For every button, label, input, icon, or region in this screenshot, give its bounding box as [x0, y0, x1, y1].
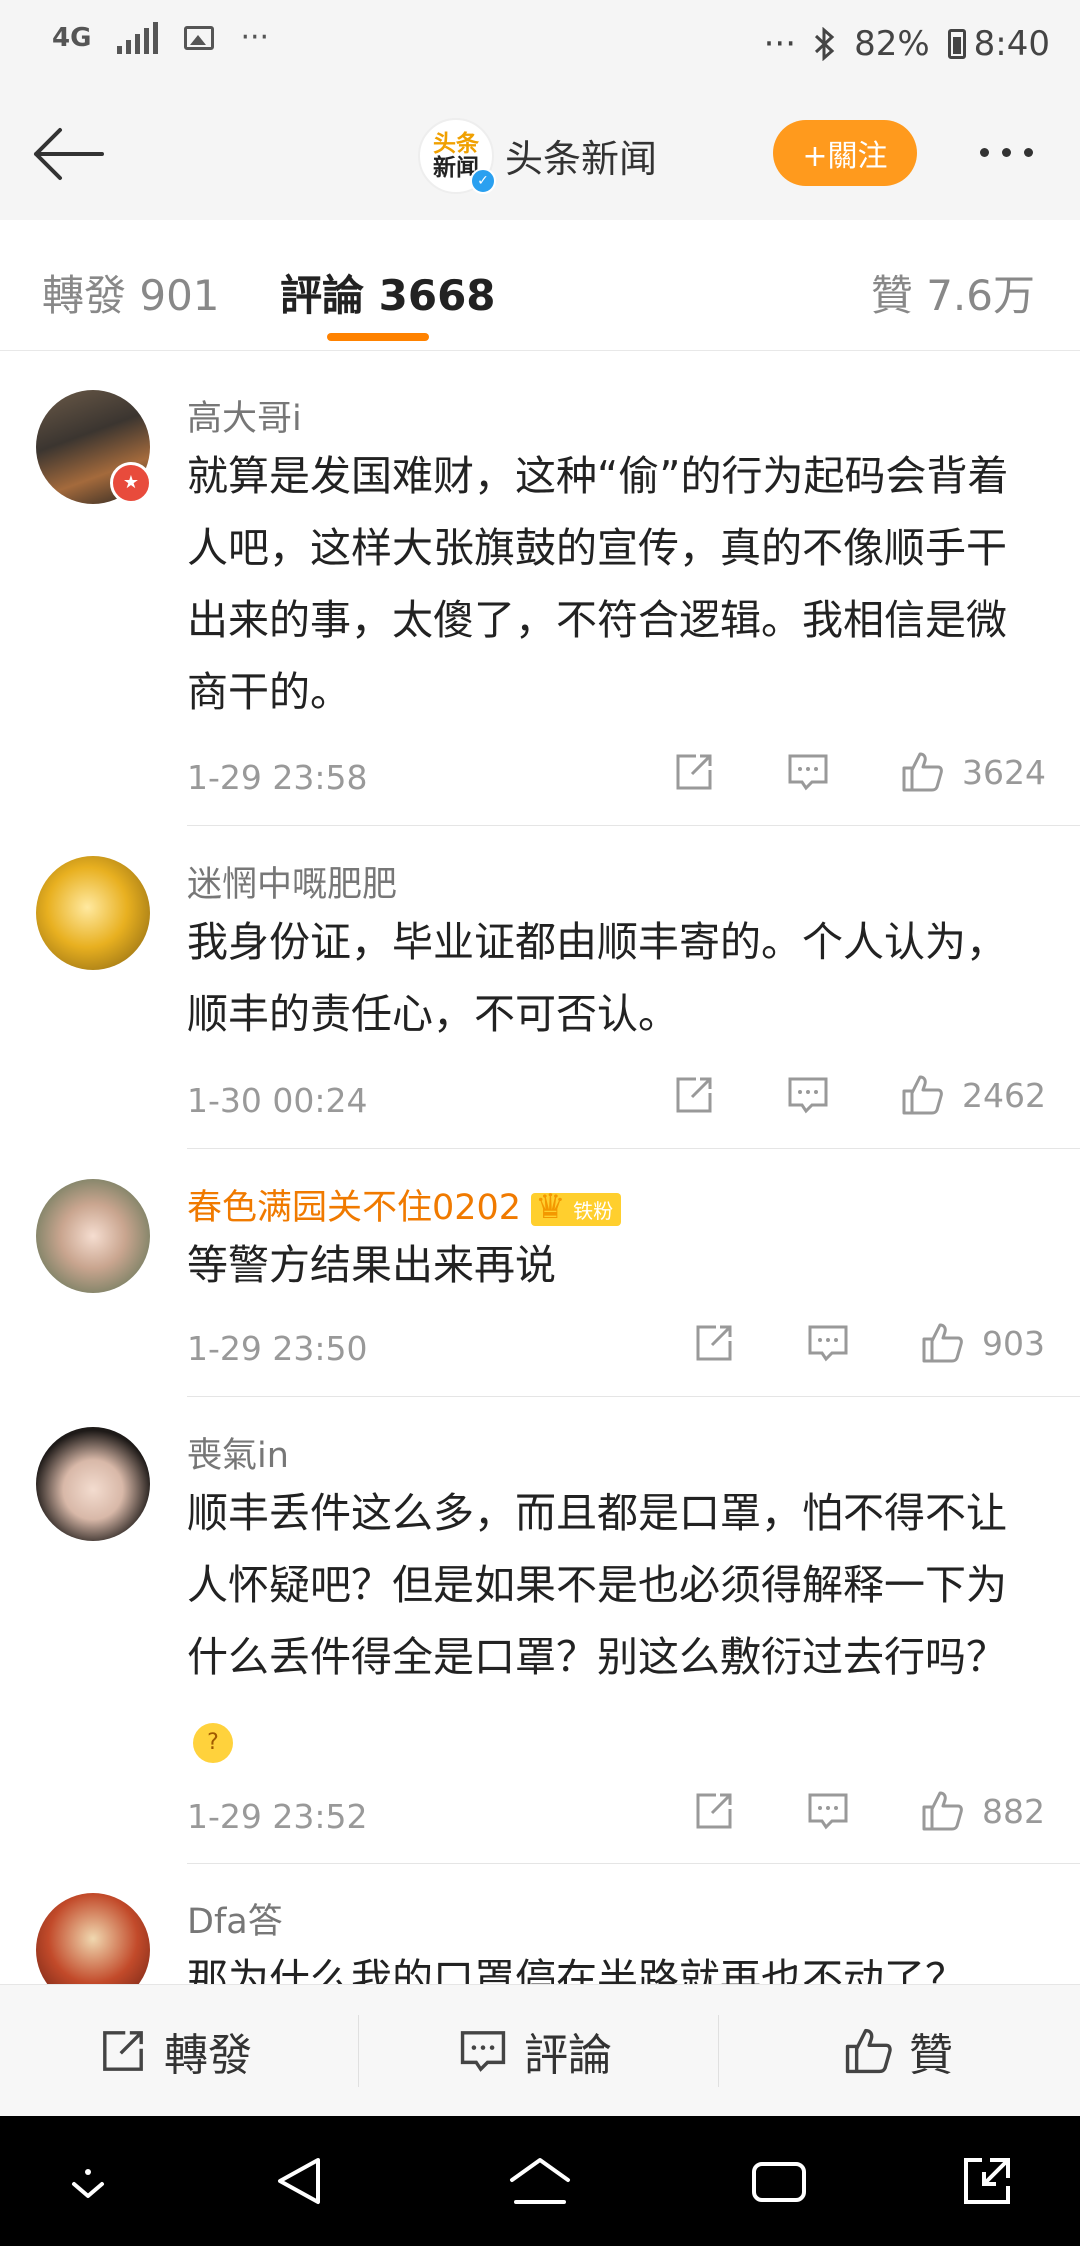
reply-icon[interactable] [806, 1789, 850, 1833]
signal-icon [117, 21, 159, 54]
comment-icon [460, 2031, 506, 2072]
divider [187, 1148, 1080, 1149]
engagement-tabs: 轉發 901 評論 3668 贊 7.6万 [0, 220, 1080, 351]
commenter-name[interactable]: Dfa答 [187, 1893, 283, 1944]
comment-time: 1-29 23:52 [187, 1797, 368, 1836]
divider [187, 825, 1080, 826]
comment-text[interactable]: 我身份证，毕业证都由顺丰寄的。个人认为，顺丰的责任心，不可否认。 [187, 906, 1047, 1050]
share-icon [103, 2031, 143, 2071]
verified-badge-icon: ✓ [470, 168, 496, 194]
comment-button[interactable]: 評論 [458, 1985, 612, 2117]
system-navigation-bar [0, 2116, 1080, 2246]
battery-icon [947, 29, 966, 59]
follow-button[interactable]: +關注 [773, 120, 917, 186]
share-icon[interactable] [672, 750, 716, 794]
bottom-action-bar: 轉發 評論 贊 [0, 1984, 1080, 2117]
commenter-name[interactable]: 喪氣in [187, 1427, 289, 1478]
comment-item: Dfa答 那为什么我的口罩停在半路就再也不动了？ [0, 1863, 1080, 1984]
like-count: 3624 [962, 752, 1046, 792]
more-status-icon: ··· [763, 24, 797, 64]
like-icon[interactable] [920, 1321, 964, 1365]
avatar[interactable] [36, 856, 150, 970]
divider [718, 2015, 719, 2087]
like-count: 882 [982, 1791, 1045, 1831]
like-icon [845, 2028, 892, 2074]
like-icon[interactable] [900, 750, 944, 794]
comment-time: 1-29 23:58 [187, 758, 368, 797]
account-name[interactable]: 头条新闻 [505, 128, 657, 183]
recent-apps-icon[interactable] [750, 2154, 808, 2208]
share-icon[interactable] [672, 1073, 716, 1117]
puzzled-emoji-icon: ? [193, 1723, 233, 1763]
divider [358, 2015, 359, 2087]
share-icon[interactable] [692, 1321, 736, 1365]
reply-icon[interactable] [806, 1321, 850, 1365]
comment-time: 1-30 00:24 [187, 1081, 368, 1120]
comment-text[interactable]: 那为什么我的口罩停在半路就再也不动了？ [187, 1943, 1047, 1984]
bluetooth-icon [815, 27, 835, 61]
clock: 8:40 [973, 24, 1050, 64]
like-count: 2462 [962, 1075, 1046, 1115]
like-icon[interactable] [900, 1073, 944, 1117]
like-icon[interactable] [920, 1789, 964, 1833]
comment-text[interactable]: 等警方结果出来再说 [187, 1229, 1047, 1301]
comment-text[interactable]: 顺丰丢件这么多，而且都是口罩，怕不得不让人怀疑吧？但是如果不是也必须得解释一下为… [187, 1477, 1047, 1765]
commenter-name[interactable]: 高大哥i [187, 390, 302, 441]
hide-keyboard-icon[interactable] [66, 2154, 110, 2208]
comment-time: 1-29 23:50 [187, 1329, 368, 1368]
tab-reposts[interactable]: 轉發 901 [42, 262, 220, 323]
fan-badge: 铁粉 [531, 1187, 622, 1227]
back-arrow-icon[interactable] [30, 124, 110, 184]
like-button[interactable]: 贊 [843, 1985, 953, 2117]
image-notification-icon [184, 25, 215, 50]
divider [187, 1396, 1080, 1397]
avatar[interactable] [36, 1179, 150, 1293]
status-bar: 4G ··· ··· 82% 8:40 [0, 0, 1080, 88]
tab-comments[interactable]: 評論 3668 [280, 262, 496, 323]
fullscreen-icon[interactable] [960, 2154, 1014, 2208]
avatar[interactable] [36, 1893, 150, 1984]
network-type: 4G [52, 22, 92, 53]
like-count: 903 [982, 1323, 1045, 1363]
comment-text[interactable]: 就算是发国难财，这种“偷”的行为起码会背着人吧，这样大张旗鼓的宣传，真的不像顺手… [187, 440, 1047, 728]
top-navigation-bar: 头条 新闻 ✓ 头条新闻 +關注 [0, 88, 1080, 221]
home-icon[interactable] [508, 2154, 572, 2208]
back-icon[interactable] [272, 2154, 326, 2208]
tab-likes[interactable]: 贊 7.6万 [871, 262, 1035, 323]
commenter-name[interactable]: 迷惘中嘅肥肥 [187, 856, 397, 907]
active-tab-indicator [327, 333, 429, 341]
share-icon[interactable] [692, 1789, 736, 1833]
repost-button[interactable]: 轉發 [98, 1985, 252, 2117]
avatar[interactable] [36, 1427, 150, 1541]
reply-icon[interactable] [786, 750, 830, 794]
more-options-icon[interactable] [980, 148, 1033, 157]
reply-icon[interactable] [786, 1073, 830, 1117]
battery-percent: 82% [854, 24, 930, 64]
verified-user-badge-icon: ★ [110, 462, 152, 504]
more-notifications-icon: ··· [240, 20, 270, 55]
commenter-name[interactable]: 春色满园关不住0202铁粉 [187, 1179, 622, 1230]
